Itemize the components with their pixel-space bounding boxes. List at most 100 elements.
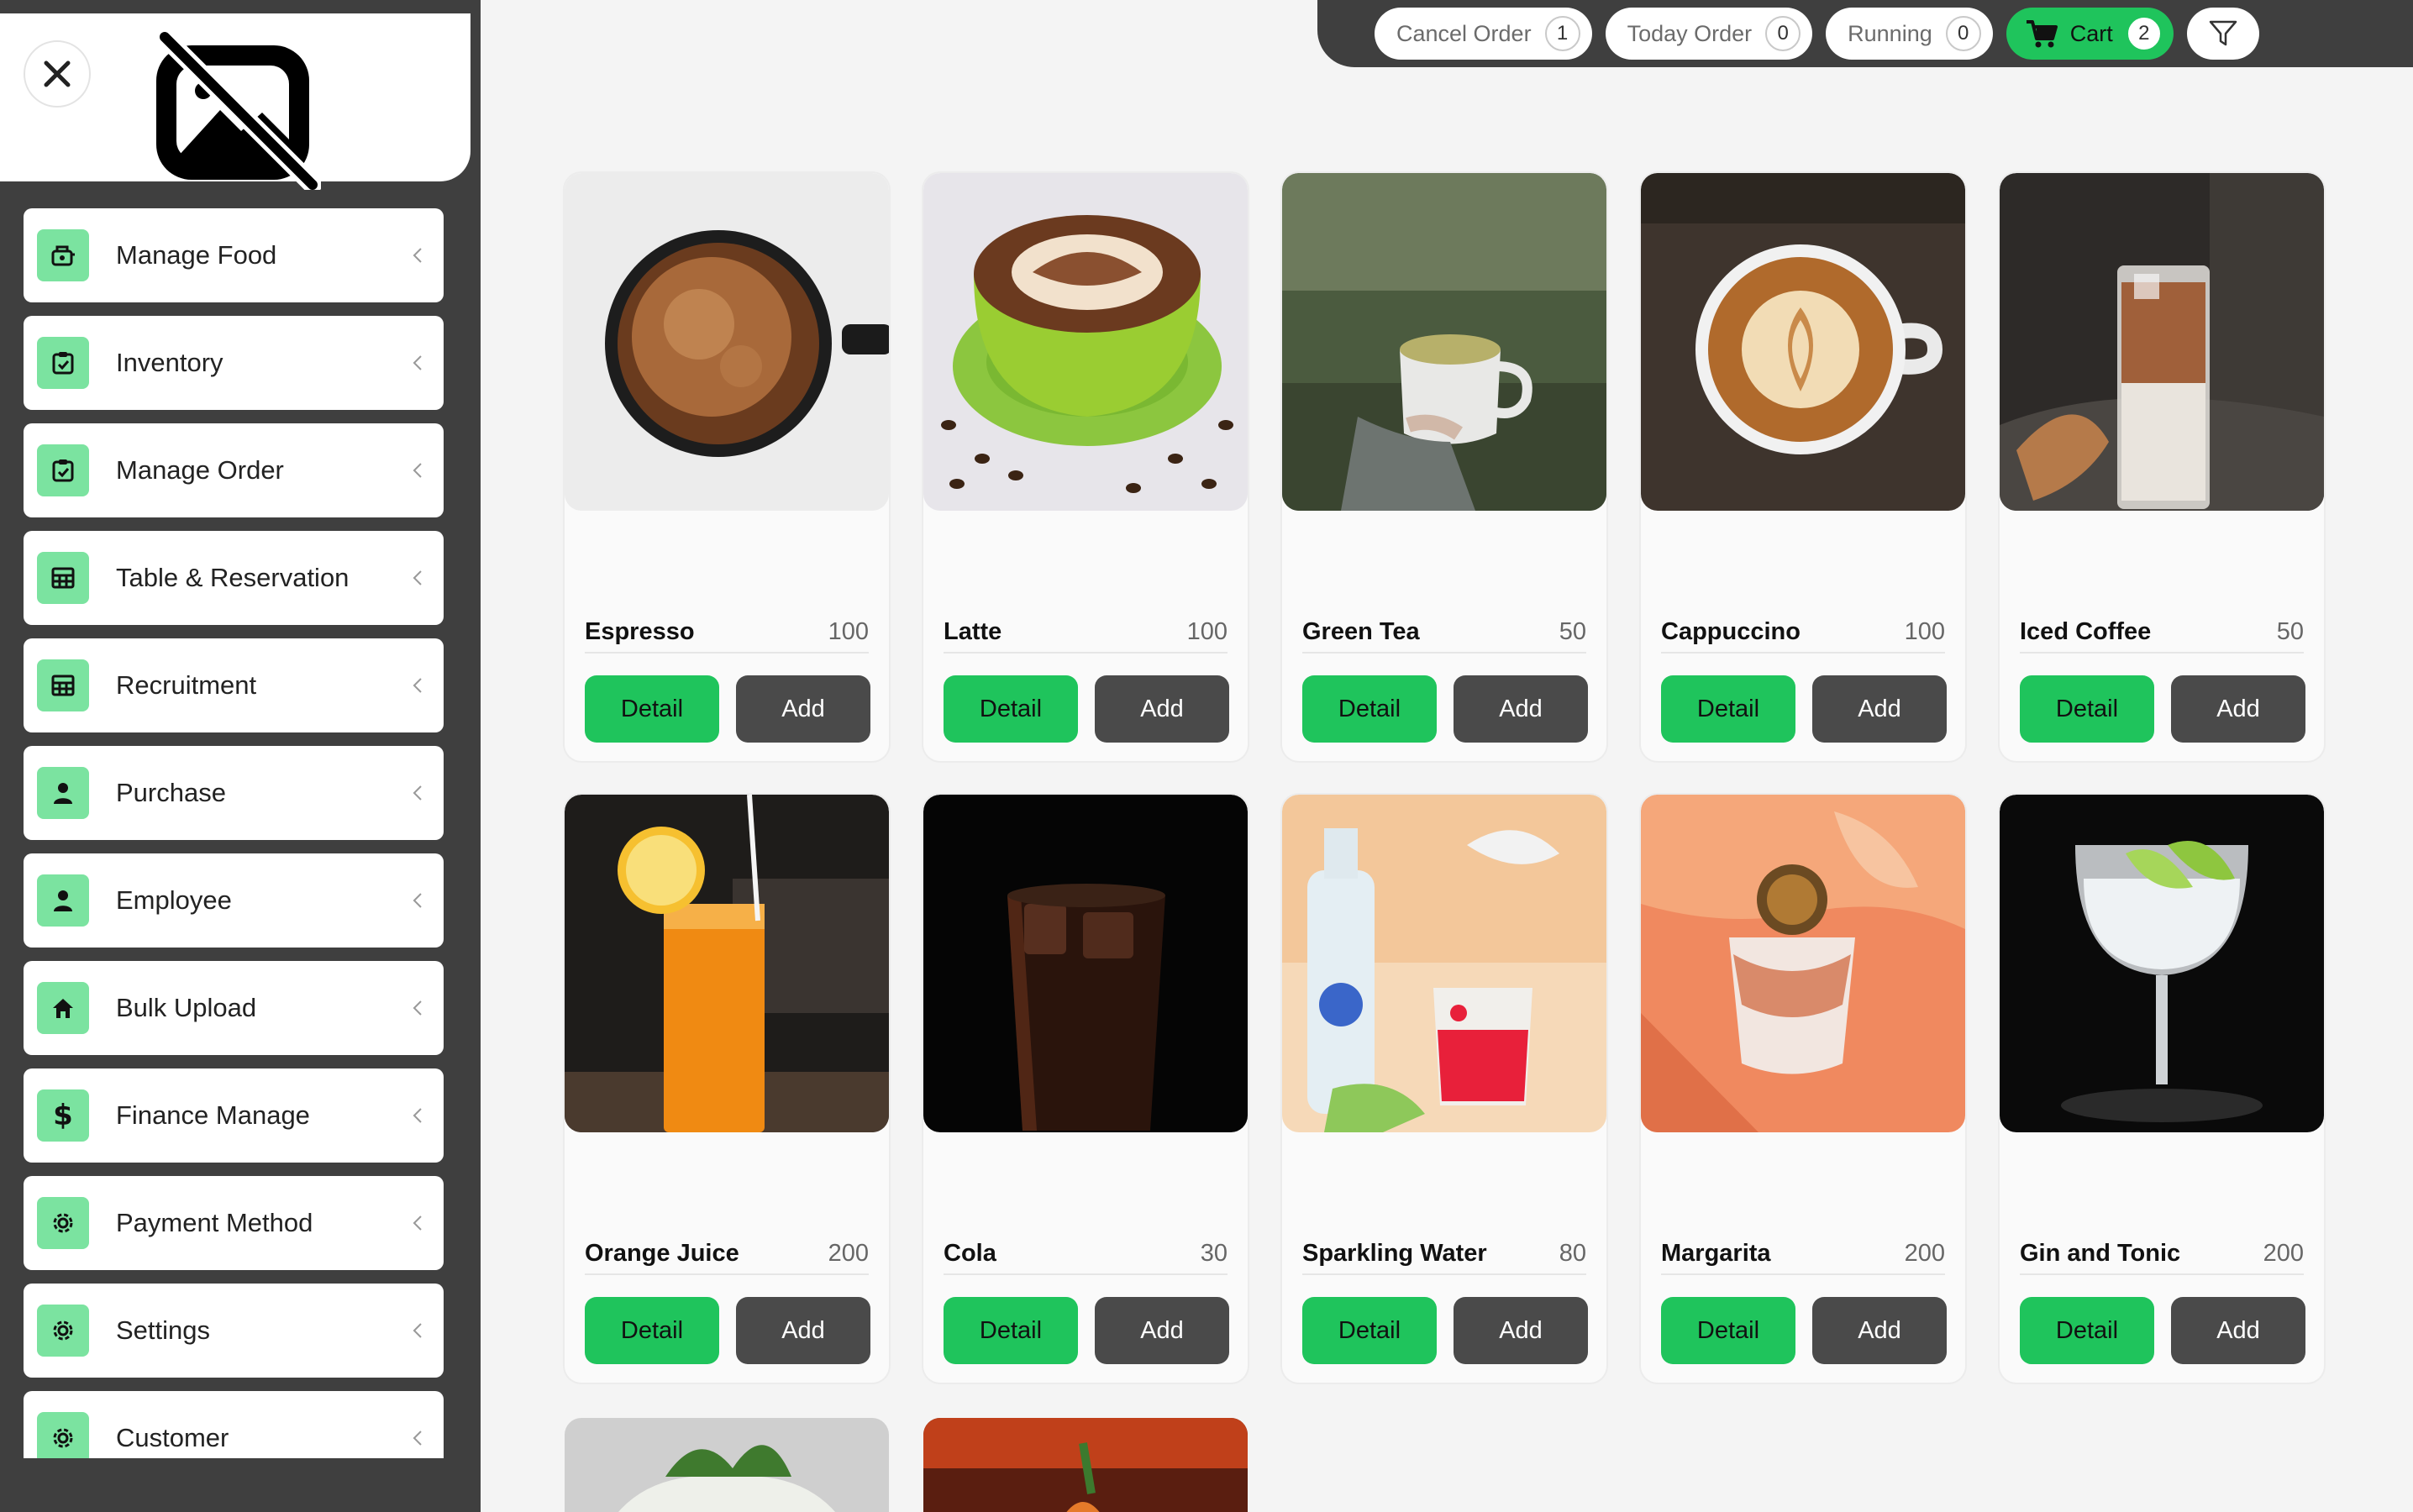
product-actions: Detail Add bbox=[585, 675, 870, 743]
clipboard-icon bbox=[37, 444, 89, 496]
sidebar-item-label: Recruitment bbox=[116, 670, 257, 700]
cancel-order-label: Cancel Order bbox=[1396, 20, 1532, 46]
detail-button[interactable]: Detail bbox=[1302, 675, 1437, 743]
product-price: 100 bbox=[828, 617, 869, 645]
sidebar-item-label: Table & Reservation bbox=[116, 563, 350, 592]
detail-button[interactable]: Detail bbox=[944, 1297, 1078, 1364]
close-button[interactable] bbox=[24, 40, 91, 108]
product-card: Espresso 100 Detail Add bbox=[565, 173, 889, 761]
sidebar-item-bulk-upload[interactable]: Bulk Upload bbox=[24, 961, 444, 1055]
product-image bbox=[565, 795, 889, 1132]
detail-button[interactable]: Detail bbox=[585, 675, 719, 743]
logo-card bbox=[0, 13, 471, 190]
add-button[interactable]: Add bbox=[736, 1297, 870, 1364]
chevron-left-icon bbox=[413, 785, 422, 801]
sidebar-bottom-mask bbox=[0, 1458, 481, 1512]
gear-icon bbox=[37, 1412, 89, 1464]
clipboard-icon bbox=[37, 337, 89, 389]
product-image bbox=[923, 795, 1248, 1132]
cancel-order-count-badge: 1 bbox=[1544, 16, 1580, 51]
running-button[interactable]: Running 0 bbox=[1826, 8, 1993, 60]
product-name: Margarita bbox=[1661, 1239, 1771, 1267]
order-status-bar: Cancel Order 1 Today Order 0 Running 0 C… bbox=[1317, 0, 2413, 67]
product-info-row: Iced Coffee 50 bbox=[2020, 612, 2304, 654]
product-price: 200 bbox=[828, 1239, 869, 1267]
add-button[interactable]: Add bbox=[1454, 1297, 1588, 1364]
detail-button[interactable]: Detail bbox=[1302, 1297, 1437, 1364]
food-icon bbox=[37, 229, 89, 281]
cancel-order-button[interactable]: Cancel Order 1 bbox=[1375, 8, 1592, 60]
detail-button[interactable]: Detail bbox=[2020, 675, 2154, 743]
product-card: Iced Coffee 50 Detail Add bbox=[2000, 173, 2324, 761]
sidebar-item-table-reservation[interactable]: Table & Reservation bbox=[24, 531, 444, 625]
add-button[interactable]: Add bbox=[1095, 675, 1229, 743]
sidebar-item-recruitment[interactable]: Recruitment bbox=[24, 638, 444, 732]
add-button[interactable]: Add bbox=[1095, 1297, 1229, 1364]
product-info-row: Cola 30 bbox=[944, 1233, 1228, 1275]
running-label: Running bbox=[1848, 20, 1932, 46]
sidebar-item-purchase[interactable]: Purchase bbox=[24, 746, 444, 840]
sidebar-item-label: Payment Method bbox=[116, 1208, 313, 1237]
add-button[interactable]: Add bbox=[736, 675, 870, 743]
product-image bbox=[1641, 795, 1965, 1132]
product-image bbox=[1282, 795, 1606, 1132]
sidebar-item-finance-manage[interactable]: $ Finance Manage bbox=[24, 1068, 444, 1163]
sidebar-item-label: Bulk Upload bbox=[116, 993, 257, 1022]
sidebar-item-label: Manage Food bbox=[116, 240, 277, 270]
product-card: Latte 100 Detail Add bbox=[923, 173, 1248, 761]
sidebar-item-inventory[interactable]: Inventory bbox=[24, 316, 444, 410]
chevron-left-icon bbox=[413, 570, 422, 585]
product-info-row: Cappuccino 100 bbox=[1661, 612, 1945, 654]
product-name: Cola bbox=[944, 1239, 996, 1267]
product-info-row: Sparkling Water 80 bbox=[1302, 1233, 1586, 1275]
gear-icon bbox=[37, 1197, 89, 1249]
product-card bbox=[565, 1418, 889, 1512]
product-actions: Detail Add bbox=[1661, 675, 1947, 743]
product-actions: Detail Add bbox=[944, 675, 1229, 743]
sidebar-item-manage-food[interactable]: Manage Food bbox=[24, 208, 444, 302]
chevron-left-icon bbox=[413, 355, 422, 370]
dollar-icon: $ bbox=[37, 1089, 89, 1142]
product-card: Cola 30 Detail Add bbox=[923, 795, 1248, 1383]
sidebar-item-payment-method[interactable]: Payment Method bbox=[24, 1176, 444, 1270]
add-button[interactable]: Add bbox=[1454, 675, 1588, 743]
product-card: Orange Juice 200 Detail Add bbox=[565, 795, 889, 1383]
detail-button[interactable]: Detail bbox=[1661, 1297, 1795, 1364]
sidebar-item-employee[interactable]: Employee bbox=[24, 853, 444, 948]
product-info-row: Green Tea 50 bbox=[1302, 612, 1586, 654]
running-count-badge: 0 bbox=[1945, 16, 1981, 51]
product-card: Sparkling Water 80 Detail Add bbox=[1282, 795, 1606, 1383]
sidebar-item-manage-order[interactable]: Manage Order bbox=[24, 423, 444, 517]
product-image bbox=[2000, 795, 2324, 1132]
sidebar-item-settings[interactable]: Settings bbox=[24, 1284, 444, 1378]
chevron-left-icon bbox=[413, 1215, 422, 1231]
today-order-label: Today Order bbox=[1627, 20, 1753, 46]
detail-button[interactable]: Detail bbox=[1661, 675, 1795, 743]
chevron-left-icon bbox=[413, 893, 422, 908]
product-actions: Detail Add bbox=[944, 1297, 1229, 1364]
sidebar: Manage Food Inventory Manage Order Table… bbox=[0, 0, 481, 1512]
add-button[interactable]: Add bbox=[2171, 1297, 2305, 1364]
detail-button[interactable]: Detail bbox=[585, 1297, 719, 1364]
cart-count-badge: 2 bbox=[2126, 16, 2162, 51]
product-info-row: Gin and Tonic 200 bbox=[2020, 1233, 2304, 1275]
add-button[interactable]: Add bbox=[1812, 675, 1947, 743]
cart-button[interactable]: Cart 2 bbox=[2006, 8, 2174, 60]
filter-button[interactable] bbox=[2186, 8, 2259, 60]
sidebar-item-label: Purchase bbox=[116, 778, 226, 807]
sidebar-item-label: Inventory bbox=[116, 348, 223, 377]
product-image bbox=[923, 173, 1248, 511]
detail-button[interactable]: Detail bbox=[944, 675, 1078, 743]
product-name: Gin and Tonic bbox=[2020, 1239, 2181, 1267]
chevron-left-icon bbox=[413, 1000, 422, 1016]
add-button[interactable]: Add bbox=[1812, 1297, 1947, 1364]
detail-button[interactable]: Detail bbox=[2020, 1297, 2154, 1364]
sidebar-item-label: Settings bbox=[116, 1315, 211, 1345]
product-image bbox=[923, 1418, 1248, 1512]
sidebar-item-label: Manage Order bbox=[116, 455, 284, 485]
add-button[interactable]: Add bbox=[2171, 675, 2305, 743]
product-info-row: Margarita 200 bbox=[1661, 1233, 1945, 1275]
partial-product-row bbox=[565, 1418, 1248, 1512]
product-price: 50 bbox=[2276, 617, 2304, 645]
today-order-button[interactable]: Today Order 0 bbox=[1605, 8, 1813, 60]
